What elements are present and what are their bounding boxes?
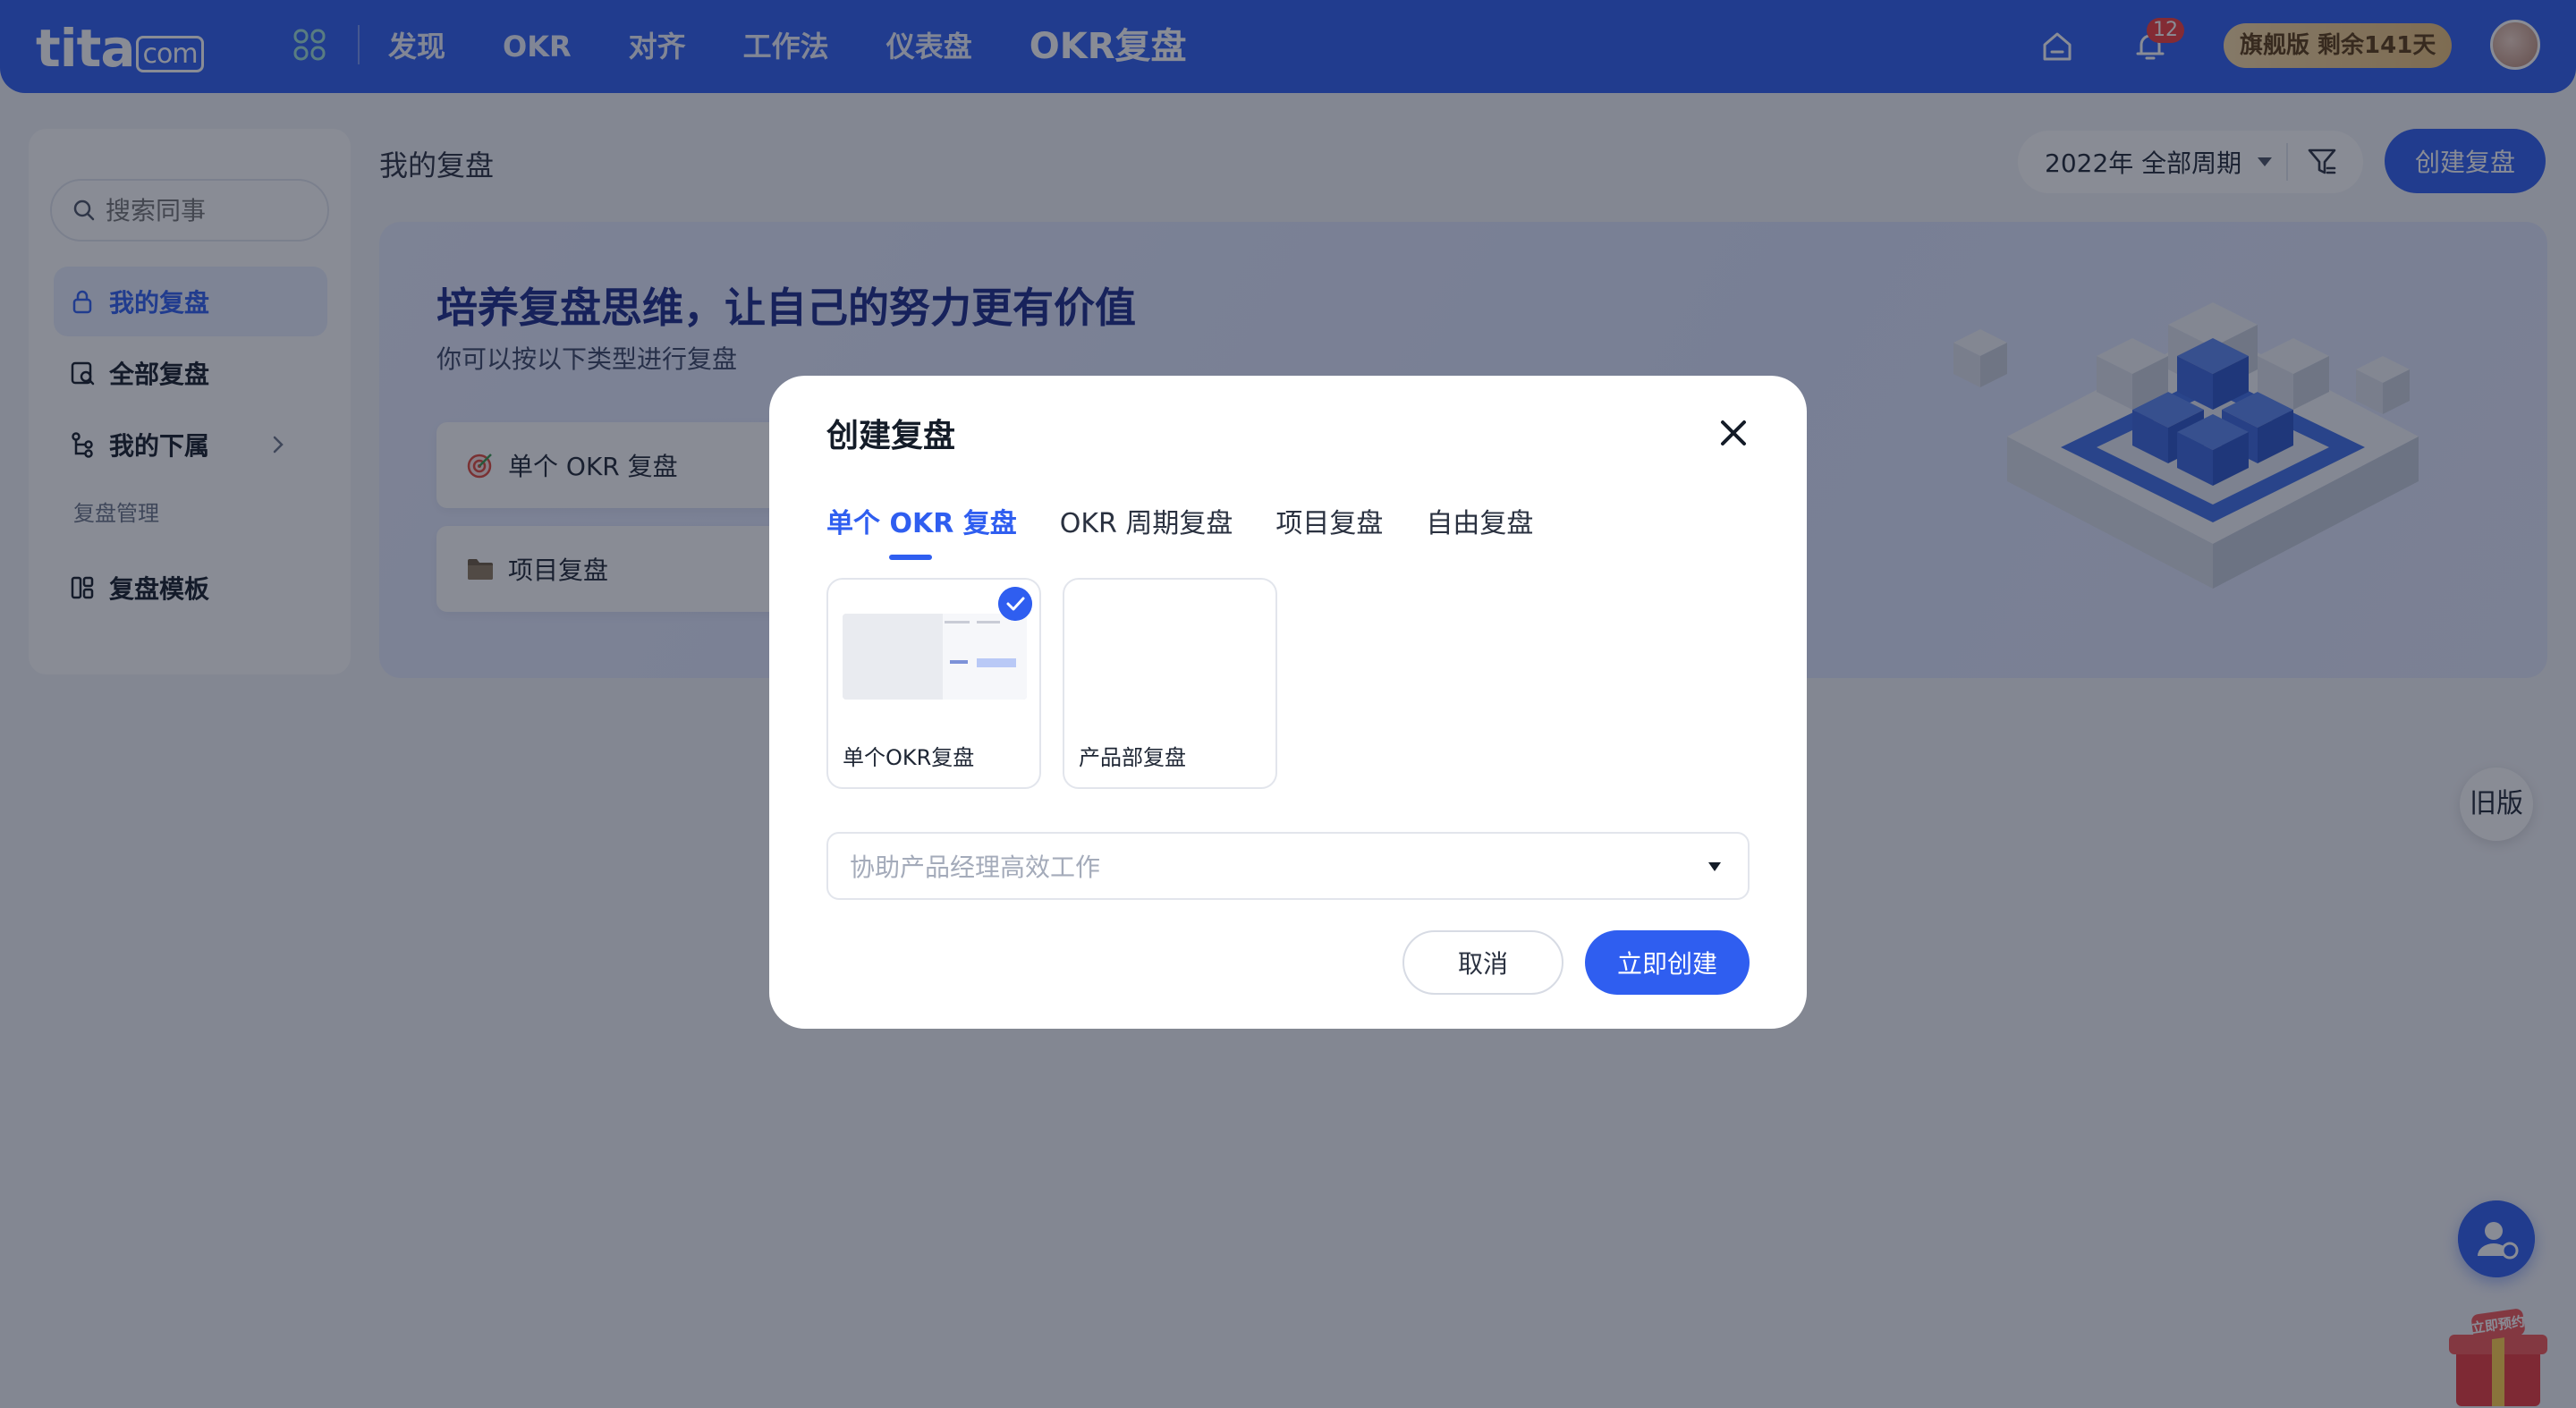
template-card-label: 单个OKR复盘 bbox=[843, 745, 975, 770]
cancel-button[interactable]: 取消 bbox=[1402, 930, 1563, 995]
check-icon bbox=[998, 587, 1032, 621]
tab-project[interactable]: 项目复盘 bbox=[1275, 501, 1383, 546]
tab-single-okr[interactable]: 单个 OKR 复盘 bbox=[826, 501, 1017, 560]
tab-okr-cycle[interactable]: OKR 周期复盘 bbox=[1060, 501, 1233, 546]
template-card-product[interactable]: 产品部复盘 bbox=[1063, 578, 1277, 789]
create-now-button[interactable]: 立即创建 bbox=[1585, 930, 1750, 995]
dialog-title: 创建复盘 bbox=[826, 418, 956, 454]
tab-free[interactable]: 自由复盘 bbox=[1426, 501, 1533, 546]
objective-select[interactable]: 协助产品经理高效工作 bbox=[826, 832, 1750, 900]
objective-select-placeholder: 协助产品经理高效工作 bbox=[850, 852, 1101, 882]
template-thumbnail bbox=[843, 614, 1027, 700]
close-icon[interactable] bbox=[1712, 411, 1755, 454]
template-card-single-okr[interactable]: 单个OKR复盘 bbox=[826, 578, 1041, 789]
create-review-dialog: 创建复盘 单个 OKR 复盘 OKR 周期复盘 项目复盘 自由复盘 单个OKR复… bbox=[769, 376, 1807, 1029]
review-type-tabs: 单个 OKR 复盘 OKR 周期复盘 项目复盘 自由复盘 bbox=[826, 501, 1576, 560]
caret-down-icon bbox=[1708, 862, 1721, 871]
template-card-label: 产品部复盘 bbox=[1079, 745, 1186, 770]
